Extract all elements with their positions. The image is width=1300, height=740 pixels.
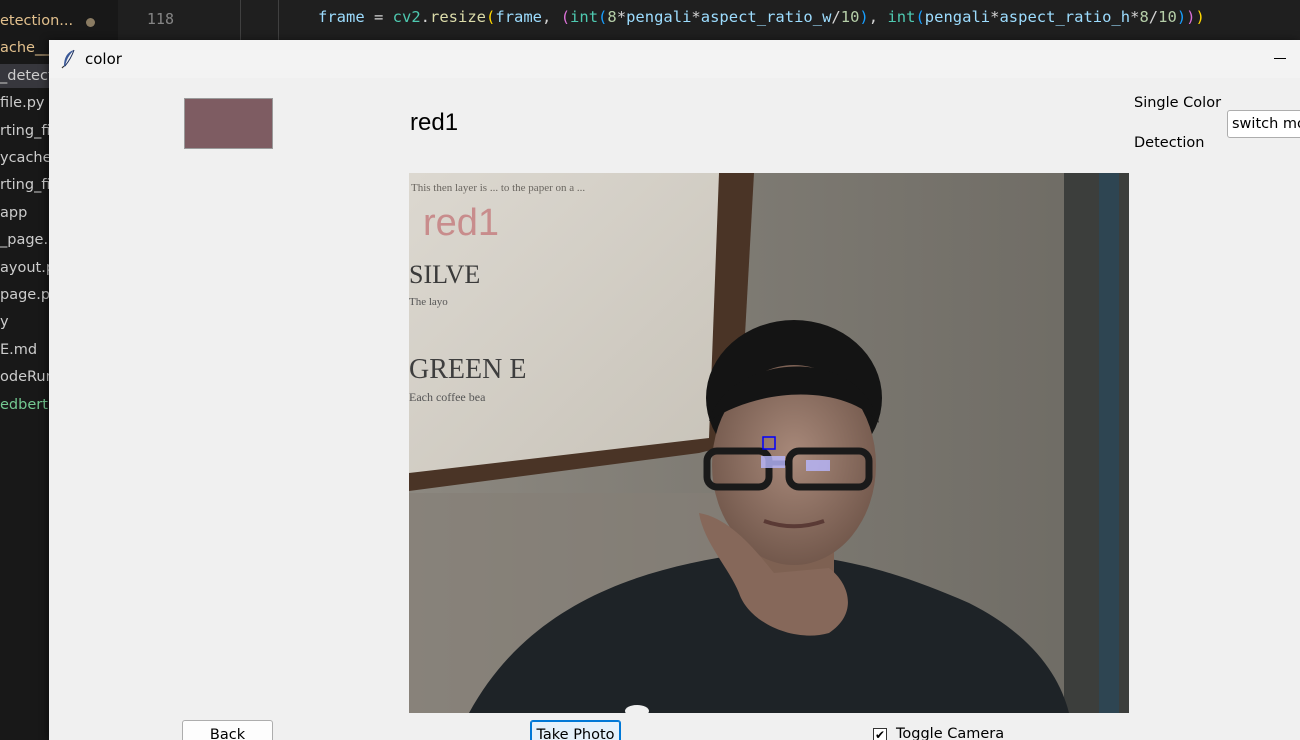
code-token: int xyxy=(887,8,916,26)
indent-guide xyxy=(278,0,279,40)
code-token: = xyxy=(364,8,393,26)
code-token: ( xyxy=(598,8,608,26)
code-token: int xyxy=(570,8,599,26)
code-token: ) xyxy=(859,8,869,26)
code-token: ( xyxy=(486,8,496,26)
code-token: frame xyxy=(318,8,365,26)
title-bar[interactable]: color xyxy=(49,40,1300,78)
back-button[interactable]: Back xyxy=(182,720,273,740)
poster-green: GREEN E xyxy=(409,354,526,385)
code-token: pengali xyxy=(924,8,991,26)
mode-label-line1: Single Color xyxy=(1134,95,1222,111)
code-token: resize xyxy=(430,8,487,26)
window-title: color xyxy=(85,50,122,68)
explorer-item[interactable]: file.py xyxy=(0,91,44,115)
code-token: pengali xyxy=(626,8,692,26)
modified-dot-icon xyxy=(86,18,95,27)
code-token: 8 xyxy=(607,8,617,26)
code-line-118[interactable]: frame = cv2.resize(frame, (int(8*pengali… xyxy=(318,8,1205,26)
code-token: , xyxy=(542,8,561,26)
explorer-item[interactable]: app xyxy=(0,201,27,225)
explorer-item[interactable]: ache__ xyxy=(0,36,49,60)
code-token: 10 xyxy=(840,8,860,26)
explorer-item[interactable]: etection... xyxy=(0,9,73,33)
code-token: / xyxy=(1148,8,1159,26)
detected-color-name: red1 xyxy=(410,109,459,136)
camera-feed: This then layer is ... to the paper on a… xyxy=(409,173,1129,713)
code-token: aspect_ratio_h xyxy=(999,8,1131,26)
checkbox-check-icon[interactable]: ✔ xyxy=(873,728,887,740)
explorer-item[interactable]: E.md xyxy=(0,338,37,362)
code-token: / xyxy=(831,8,841,26)
code-token: ) xyxy=(1186,8,1196,26)
explorer-item[interactable]: y xyxy=(0,310,9,334)
code-token: aspect_ratio_w xyxy=(700,8,832,26)
switch-mode-button[interactable]: switch mode xyxy=(1227,110,1300,138)
code-token: . xyxy=(420,8,431,26)
indent-guide xyxy=(240,0,241,40)
color-swatch xyxy=(184,98,273,149)
code-token: ) xyxy=(1176,8,1187,26)
explorer-item[interactable]: rting_fi xyxy=(0,119,50,143)
take-photo-button[interactable]: Take Photo xyxy=(530,720,621,740)
poster-brand: SILVE xyxy=(409,260,480,289)
toggle-camera-label: Toggle Camera xyxy=(896,726,1005,740)
poster-text-top: This then layer is ... to the paper on a… xyxy=(411,182,585,194)
color-window: color red1 Single Color Detection switch… xyxy=(49,40,1300,740)
code-token: cv2 xyxy=(392,8,421,26)
code-token: , xyxy=(868,8,888,26)
explorer-item[interactable]: rting_fi xyxy=(0,173,50,197)
mode-label-line2: Detection xyxy=(1134,135,1205,151)
minimize-icon[interactable] xyxy=(1265,46,1295,72)
line-number-prev: 117 xyxy=(147,0,174,1)
code-token: * xyxy=(616,8,627,26)
code-token: 10 xyxy=(1158,8,1177,26)
explorer-item[interactable]: edbert xyxy=(0,393,48,417)
code-token: frame xyxy=(495,8,543,26)
feather-icon xyxy=(61,49,75,69)
code-token: * xyxy=(691,8,701,26)
poster-coffee: Each coffee bea xyxy=(409,390,486,404)
explorer-item[interactable]: ayout.p xyxy=(0,256,55,280)
code-token: ( xyxy=(915,8,925,26)
explorer-item[interactable]: odeRun xyxy=(0,365,55,389)
line-number: 118 xyxy=(146,10,174,28)
explorer-item[interactable]: ycache xyxy=(0,146,52,170)
code-token: ) xyxy=(1195,8,1205,26)
code-token: ( xyxy=(560,8,571,26)
camera-image: This then layer is ... to the paper on a… xyxy=(409,173,1129,713)
poster-color-name: red1 xyxy=(423,202,499,244)
poster-small: The layo xyxy=(409,296,448,308)
code-token: 8 xyxy=(1139,8,1149,26)
